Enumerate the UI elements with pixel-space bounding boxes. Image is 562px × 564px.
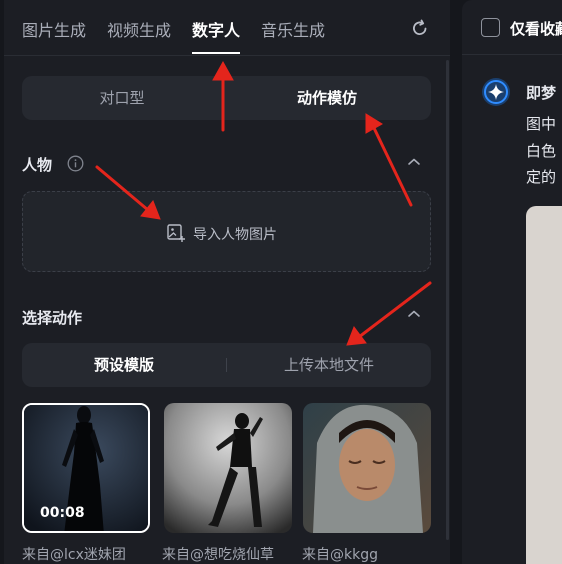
add-image-icon: [167, 224, 185, 242]
template-credit: 来自@lcx迷妹团: [22, 547, 126, 563]
mode-lip-sync[interactable]: 对口型: [22, 76, 222, 120]
refresh-icon[interactable]: [410, 18, 430, 38]
assistant-message-line: 定的: [526, 168, 557, 186]
favorites-only-checkbox[interactable]: [481, 18, 500, 37]
action-template-thumbnail[interactable]: [164, 403, 292, 533]
chevron-up-icon[interactable]: [407, 157, 421, 167]
portrait-thumbnail-image: [303, 403, 431, 533]
assistant-name: 即梦: [526, 84, 557, 102]
video-duration: 00:08: [40, 505, 85, 521]
assistant-message-line: 图中: [526, 115, 557, 133]
action-template-thumbnail[interactable]: 00:08: [22, 403, 150, 533]
assistant-message-line: 白色: [526, 142, 557, 160]
dancer-thumbnail-image: [164, 403, 292, 533]
digital-human-panel: 图片生成 视频生成 数字人 音乐生成 对口型 动作模仿 人物 导入人物图片 选择…: [4, 0, 450, 564]
chevron-up-icon[interactable]: [407, 309, 421, 319]
mode-selector: 对口型 动作模仿: [22, 76, 431, 120]
tab-video-generation[interactable]: 视频生成: [107, 17, 171, 41]
generated-image-preview[interactable]: [526, 206, 562, 564]
divider: [462, 54, 562, 55]
template-credit: 来自@kkgg: [302, 547, 378, 563]
import-person-image-dropzone[interactable]: 导入人物图片: [22, 191, 431, 272]
person-section-title: 人物: [22, 156, 53, 174]
import-person-image-label: 导入人物图片: [193, 227, 277, 243]
favorites-only-label: 仅看收藏: [510, 20, 562, 38]
info-icon[interactable]: [67, 155, 84, 172]
scrollbar[interactable]: [446, 60, 449, 540]
tab-music-generation[interactable]: 音乐生成: [261, 17, 325, 41]
tab-digital-human[interactable]: 数字人: [192, 17, 240, 41]
results-panel: 仅看收藏 即梦 图中 白色 定的: [462, 0, 562, 564]
tab-image-generation[interactable]: 图片生成: [22, 17, 86, 41]
mode-motion-imitation[interactable]: 动作模仿: [227, 76, 427, 120]
tab-bar: 图片生成 视频生成 数字人 音乐生成: [4, 0, 450, 56]
assistant-avatar-icon: [482, 78, 510, 106]
upload-local-file-option[interactable]: 上传本地文件: [227, 343, 431, 387]
action-source-selector: 预设模版 上传本地文件: [22, 343, 431, 387]
template-credit: 来自@想吃烧仙草: [162, 547, 274, 563]
action-template-thumbnail[interactable]: [303, 403, 431, 533]
preset-templates-option[interactable]: 预设模版: [22, 343, 226, 387]
action-section-title: 选择动作: [22, 309, 83, 327]
active-tab-indicator: [192, 52, 240, 54]
